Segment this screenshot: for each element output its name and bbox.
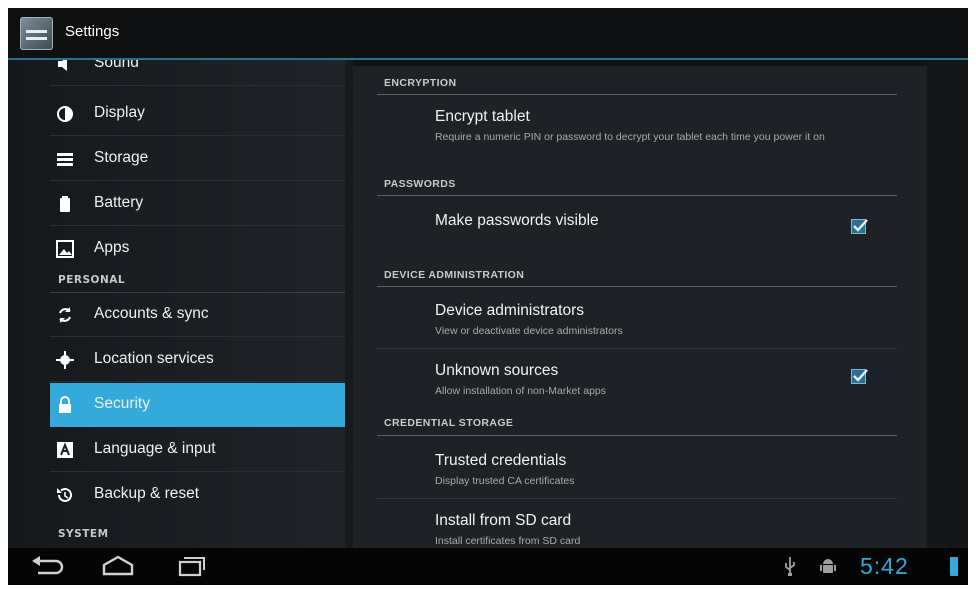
sidebar-item-label: Apps [94,239,130,256]
row-divider [377,498,897,499]
sidebar-item-label: Location services [94,350,214,367]
language-icon [56,441,74,459]
section-header-device-administration: DEVICE ADMINISTRATION [384,269,525,281]
sidebar-item-security[interactable]: Security [50,383,345,427]
sidebar-item-backup[interactable]: Backup & reset [50,473,345,517]
sidebar-item-display[interactable]: Display [50,92,345,136]
sidebar-item-label: Storage [94,149,149,166]
tablet-screen: Settings Sound Display Storage Battery A… [8,8,968,585]
passwords-visible-checkbox[interactable] [851,219,868,234]
status-clock: 5:42 [860,553,909,579]
app-title: Settings [65,23,120,40]
pref-title: Encrypt tablet [435,108,530,125]
pref-summary: Install certificates from SD card [435,535,581,547]
sidebar-item-label: Battery [94,194,144,211]
home-button[interactable] [100,554,136,578]
recent-apps-icon [178,557,205,577]
section-header-credential-storage: CREDENTIAL STORAGE [384,417,514,429]
sidebar-item-battery[interactable]: Battery [50,182,345,226]
pref-title: Install from SD card [435,512,572,529]
speaker-icon [56,60,74,73]
section-divider [377,435,897,436]
location-icon [56,351,74,369]
sidebar-item-storage[interactable]: Storage [50,137,345,181]
pref-summary: View or deactivate device administrators [435,325,623,337]
pref-title: Unknown sources [435,362,559,379]
section-divider [377,94,897,95]
battery-icon [56,195,74,213]
pref-title: Make passwords visible [435,212,599,229]
android-debug-icon [820,556,836,580]
section-divider [377,286,897,287]
pref-summary: Allow installation of non-Market apps [435,385,607,397]
pref-summary: Display trusted CA certificates [435,475,575,487]
section-header-system: SYSTEM [58,528,109,540]
check-icon [853,369,868,382]
sidebar-item-accounts[interactable]: Accounts & sync [50,293,345,337]
sync-icon [56,306,74,324]
section-header-passwords: PASSWORDS [384,178,456,190]
brightness-icon [56,105,74,123]
sidebar-item-language[interactable]: Language & input [50,428,345,472]
sidebar-item-label: Backup & reset [94,485,200,502]
security-settings-pane: ENCRYPTION Encrypt tablet Require a nume… [353,66,927,548]
action-bar: Settings [8,8,968,60]
section-divider [377,195,897,196]
lock-icon [56,396,74,414]
sidebar-item-label: Display [94,104,145,121]
section-header-personal: PERSONAL [58,274,126,286]
battery-status-icon [950,557,958,576]
pane-margin [927,60,968,548]
usb-icon [783,556,797,580]
settings-sidebar: Sound Display Storage Battery Apps PERSO… [8,60,345,548]
back-icon [32,556,64,575]
unknown-sources-checkbox[interactable] [851,369,868,384]
sidebar-item-label: Sound [94,60,139,71]
section-header-encryption: ENCRYPTION [384,77,457,89]
pref-title: Trusted credentials [435,452,567,469]
home-icon [102,555,134,576]
sidebar-item-apps[interactable]: Apps [50,227,345,271]
sidebar-item-label: Language & input [94,440,216,457]
check-icon [853,219,868,232]
row-divider [377,348,897,349]
back-button[interactable] [30,554,66,578]
pane-divider [345,60,353,548]
storage-icon [56,150,74,168]
pref-summary: Require a numeric PIN or password to dec… [435,131,825,143]
sidebar-item-label: Accounts & sync [94,305,209,322]
pref-title: Device administrators [435,302,585,319]
sidebar-item-label: Security [94,395,150,412]
sidebar-item-location[interactable]: Location services [50,338,345,382]
backup-icon [56,486,74,504]
system-bar: 5:42 [8,548,968,585]
recent-apps-button[interactable] [173,554,209,578]
apps-icon [56,240,74,258]
sidebar-item-sound[interactable]: Sound [50,60,345,86]
settings-app-icon[interactable] [20,17,53,50]
